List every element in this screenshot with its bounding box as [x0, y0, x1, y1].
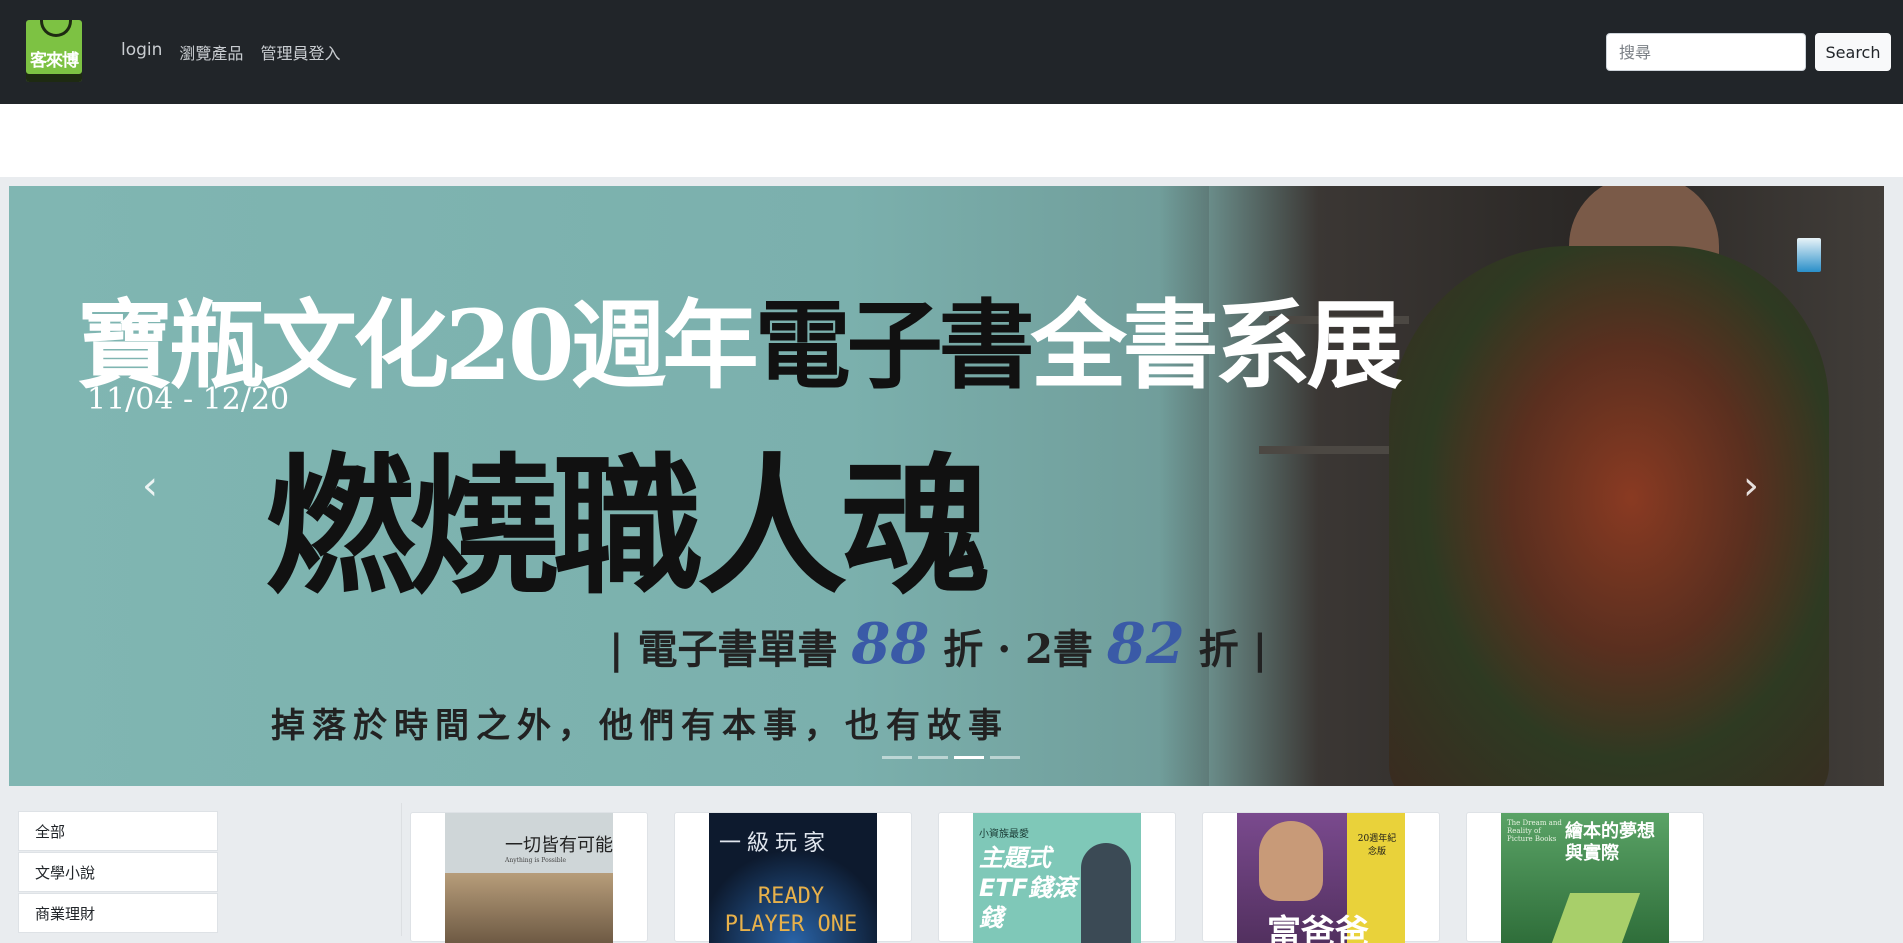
- carousel-prev-button[interactable]: ‹: [135, 466, 165, 506]
- book-cover-subtitle: Anything is Possible: [505, 857, 567, 864]
- sale-prefix: | 電子書單書: [609, 626, 852, 673]
- chevron-left-icon: ‹: [142, 463, 158, 509]
- tattooed-back-image: [1389, 246, 1829, 786]
- product-card[interactable]: 一級玩家 READY PLAYER ONE: [674, 812, 912, 943]
- slide-slogan: 掉落於時間之外，他們有本事，也有故事: [271, 706, 1009, 746]
- spacer-bar: [0, 104, 1903, 177]
- book-cover-title: 繪本的夢想與實際: [1565, 821, 1655, 864]
- category-item-literature[interactable]: 文學小說: [18, 852, 218, 892]
- shopping-bag-icon: [40, 20, 72, 37]
- product-card[interactable]: 一切皆有可能 Anything is Possible: [410, 812, 648, 943]
- bookshelf-decor: [1259, 446, 1409, 454]
- book-cover-subtitle: 20週年紀念版: [1357, 834, 1397, 857]
- hero-carousel[interactable]: 寶瓶文化20週年電子書全書系展 11/04 - 12/20 燃燒職人魂 | 電子…: [9, 186, 1884, 786]
- brand-logo[interactable]: 客來博: [26, 20, 82, 82]
- category-item-business[interactable]: 商業理財: [18, 893, 218, 933]
- book-cover-title: 一切皆有可能: [505, 835, 613, 856]
- book-cover-title: 富爸爸: [1267, 913, 1369, 943]
- book-cover-title: 一級玩家: [719, 831, 832, 856]
- carousel-indicators: [882, 756, 1020, 759]
- slide-title-part2: 電子書: [754, 289, 1035, 402]
- book-cover-image: 一切皆有可能 Anything is Possible: [445, 813, 613, 943]
- slide-date: 11/04 - 12/20: [87, 382, 290, 417]
- search-input[interactable]: [1606, 33, 1806, 71]
- slide-sale-text: | 電子書單書 88 折 · 2書 82 折 |: [609, 611, 1267, 677]
- carousel-indicator[interactable]: [990, 756, 1020, 759]
- book-cover-image: 小資族最愛 主題式ETF錢滾錢: [973, 813, 1141, 943]
- book-cover-image: 一級玩家 READY PLAYER ONE: [709, 813, 877, 943]
- slide-title-part3: 全書系展: [1030, 289, 1403, 402]
- carousel-indicator[interactable]: [954, 756, 984, 759]
- nav-browse-products-link[interactable]: 瀏覽產品: [179, 40, 243, 64]
- nav-login-link[interactable]: login: [121, 40, 162, 64]
- nav-links: login 瀏覽產品 管理員登入: [121, 40, 357, 64]
- sale-number-1: 88: [851, 611, 930, 677]
- carousel-indicator[interactable]: [918, 756, 948, 759]
- bookmark-tag-icon: [1797, 238, 1821, 272]
- search-button[interactable]: Search: [1815, 33, 1891, 71]
- book-cover-subtitle: The Dream and Reality of Picture Books: [1507, 819, 1562, 843]
- carousel-indicator[interactable]: [882, 756, 912, 759]
- sale-suffix: 折 |: [1184, 626, 1268, 673]
- book-cover-subtitle: 小資族最愛: [979, 829, 1029, 840]
- product-card[interactable]: 20週年紀念版 富爸爸: [1202, 812, 1440, 943]
- sale-mid: 折 · 2書: [929, 626, 1107, 673]
- top-navbar: 客來博 login 瀏覽產品 管理員登入 Search: [0, 0, 1903, 104]
- book-cover-subtitle: READY PLAYER ONE: [724, 884, 858, 937]
- slide-headline: 燃燒職人魂: [265, 439, 991, 615]
- brand-logo-text: 客來博: [30, 51, 79, 71]
- carousel-next-button[interactable]: ›: [1736, 466, 1766, 506]
- book-cover-image: The Dream and Reality of Picture Books 繪…: [1501, 813, 1669, 943]
- category-item-all[interactable]: 全部: [18, 811, 218, 851]
- sale-number-2: 82: [1106, 611, 1185, 677]
- product-card[interactable]: The Dream and Reality of Picture Books 繪…: [1466, 812, 1704, 943]
- nav-admin-login-link[interactable]: 管理員登入: [260, 40, 340, 64]
- category-sidebar: 全部 文學小說 商業理財: [18, 811, 218, 934]
- book-cover-image: 20週年紀念版 富爸爸: [1237, 813, 1405, 943]
- chevron-right-icon: ›: [1743, 463, 1759, 509]
- book-cover-title: 主題式ETF錢滾錢: [979, 844, 1077, 932]
- product-card[interactable]: 小資族最愛 主題式ETF錢滾錢: [938, 812, 1176, 943]
- product-spacer-column: [226, 803, 402, 936]
